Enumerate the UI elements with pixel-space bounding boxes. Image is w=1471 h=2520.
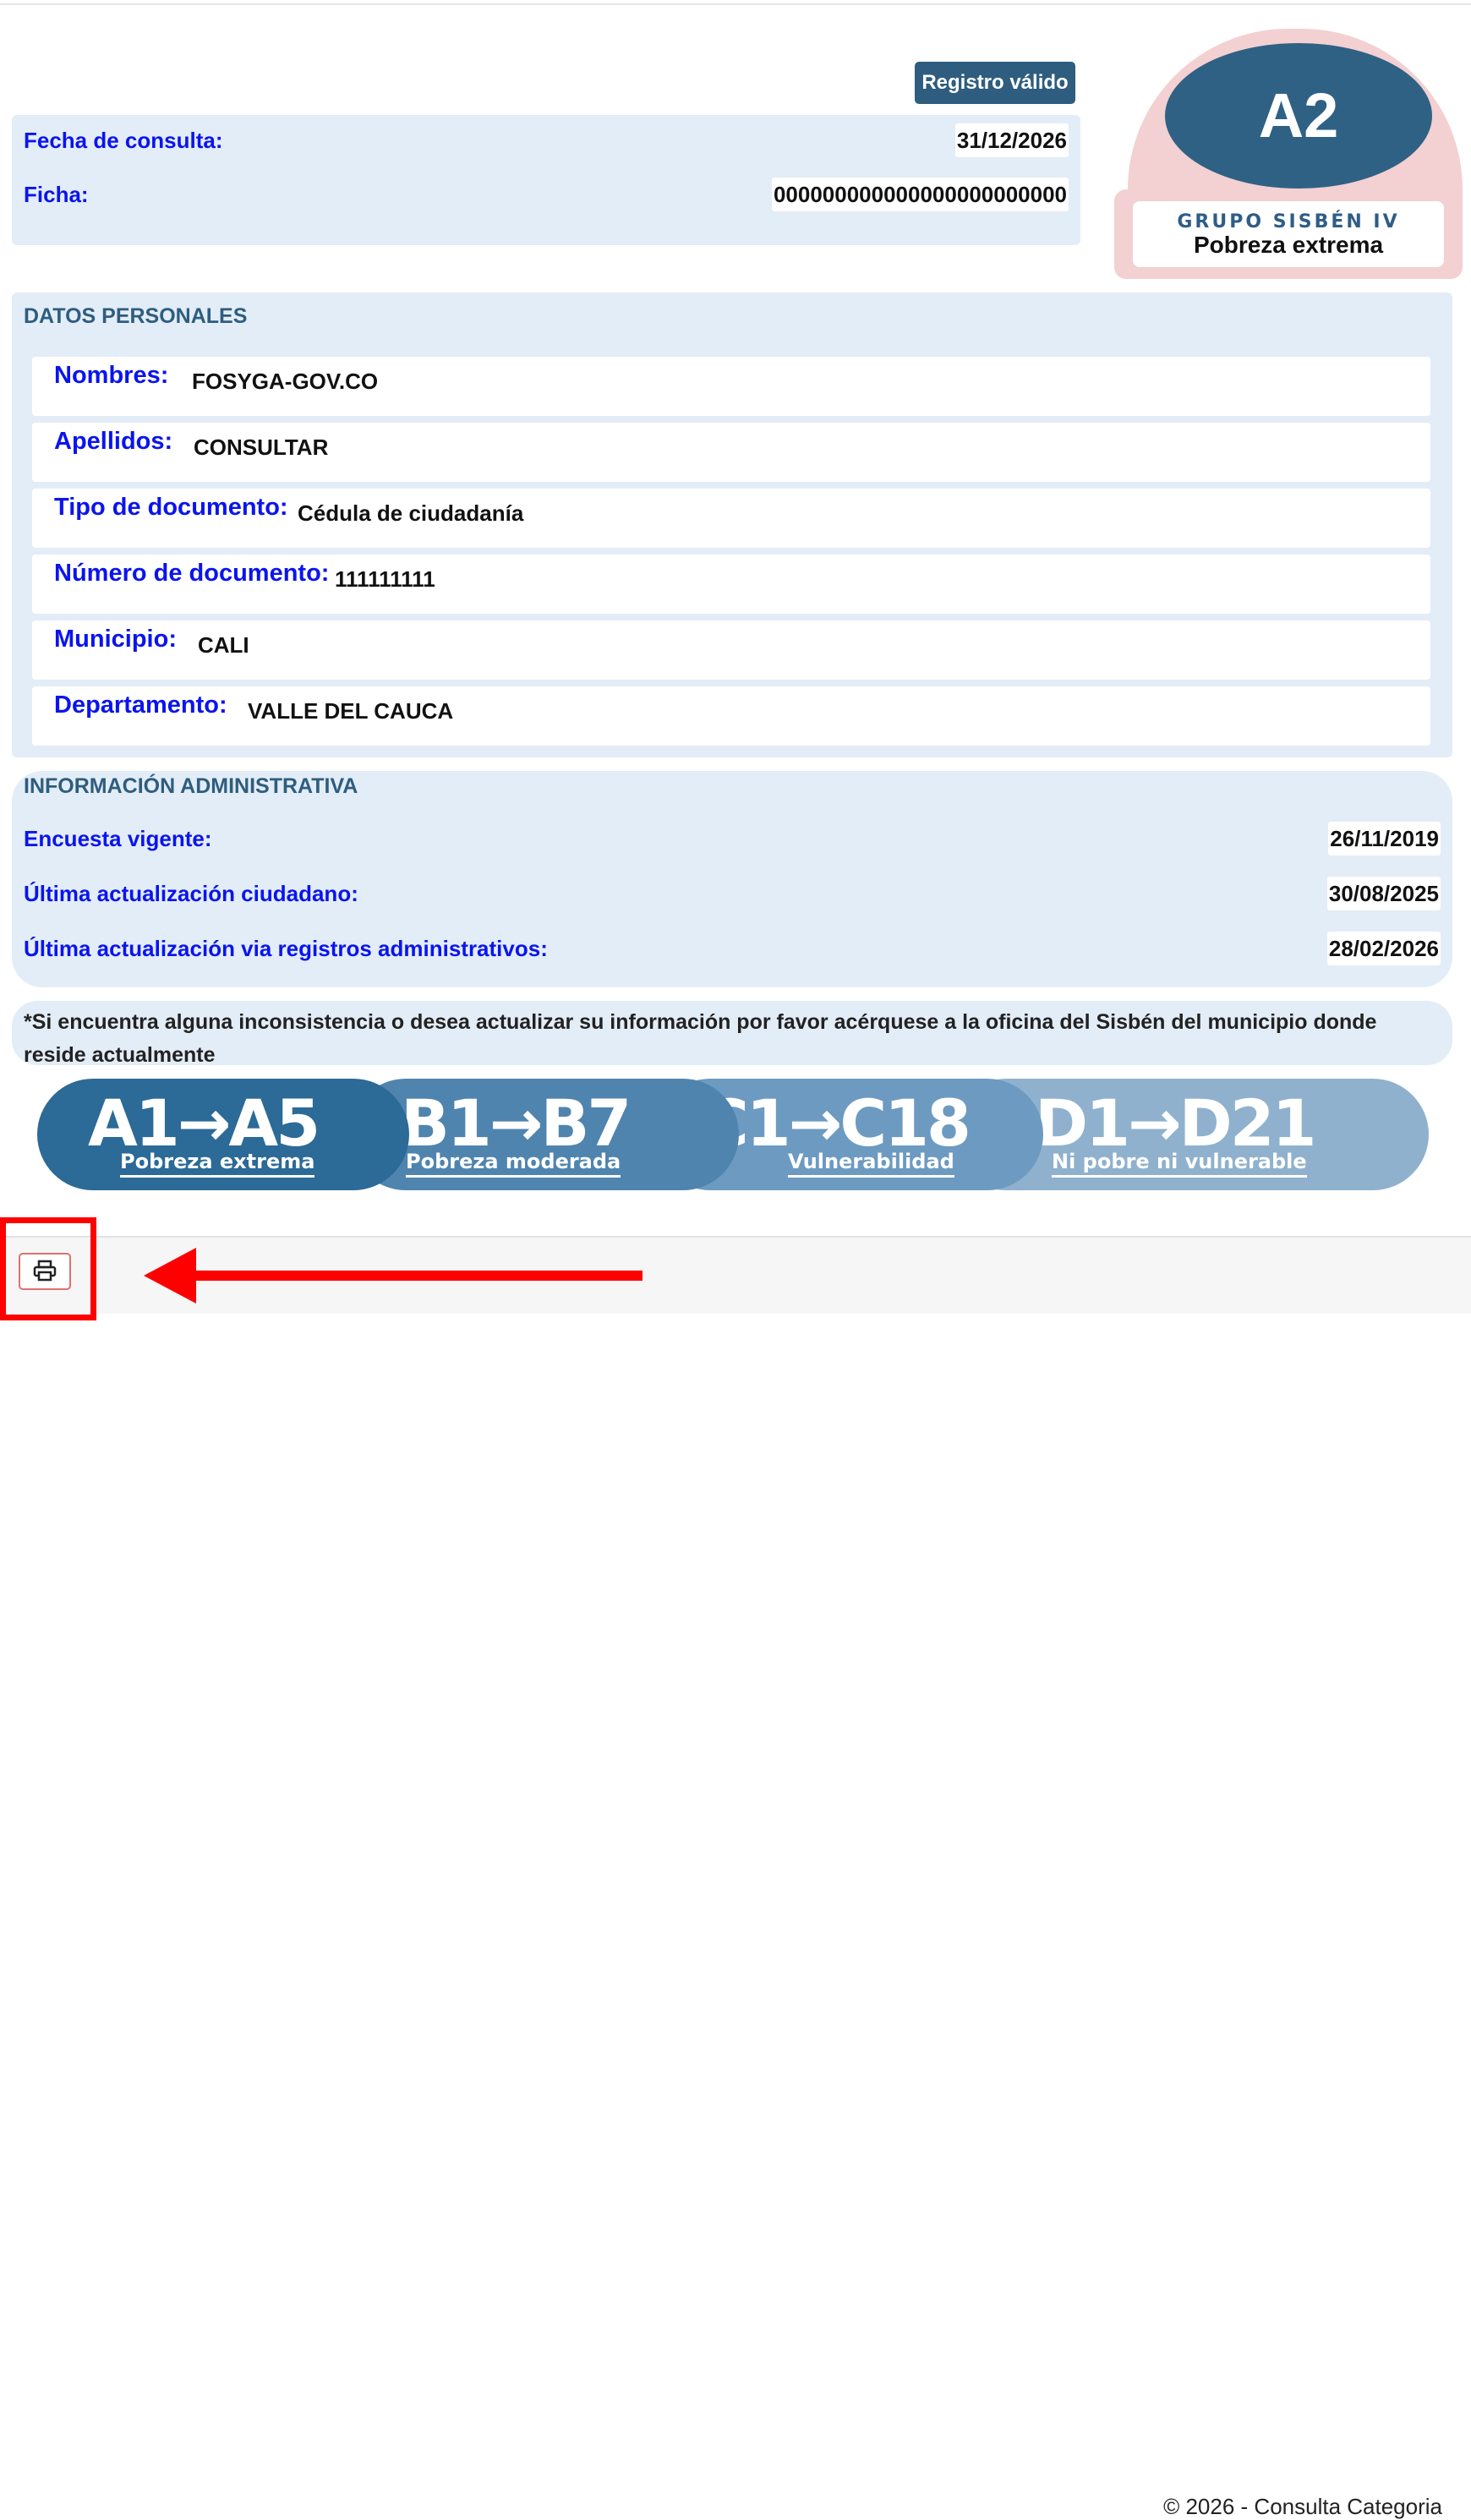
field-value: CONSULTAR xyxy=(194,435,329,460)
top-divider xyxy=(0,3,1471,5)
datos-personales-title: DATOS PERSONALES xyxy=(24,304,248,328)
admin-value: 26/11/2019 xyxy=(1328,822,1441,855)
scale-desc: Pobreza extrema xyxy=(120,1150,315,1178)
field-value: FOSYGA-GOV.CO xyxy=(192,369,379,394)
admin-value: 30/08/2025 xyxy=(1326,877,1441,910)
admin-row: Última actualización ciudadano: 30/08/20… xyxy=(24,877,1441,910)
field-label: Departamento: xyxy=(54,691,227,719)
scale-segment-a: A1→A5 Pobreza extrema xyxy=(37,1079,409,1190)
group-label: GRUPO SISBÉN IV xyxy=(1177,211,1400,232)
group-code: A2 xyxy=(1165,43,1432,189)
field-nombres: Nombres: FOSYGA-GOV.CO xyxy=(32,357,1430,416)
copyright-text: © 2026 - Consulta Categoria xyxy=(1163,2494,1442,2519)
field-departamento: Departamento: VALLE DEL CAUCA xyxy=(32,686,1430,746)
field-apellidos: Apellidos: CONSULTAR xyxy=(32,423,1430,482)
field-tipo-documento: Tipo de documento: Cédula de ciudadanía xyxy=(32,489,1430,548)
print-button[interactable] xyxy=(19,1253,71,1290)
field-value: Cédula de ciudadanía xyxy=(298,500,524,526)
field-label: Número de documento: xyxy=(54,560,330,587)
field-municipio: Municipio: CALI xyxy=(32,620,1430,680)
admin-label: Última actualización via registros admin… xyxy=(24,936,548,961)
group-card: GRUPO SISBÉN IV Pobreza extrema xyxy=(1133,201,1444,267)
note-text: *Si encuentra alguna inconsistencia o de… xyxy=(24,1010,1377,1067)
printer-icon xyxy=(33,1260,57,1281)
consulta-panel: Fecha de consulta: 31/12/2026 Ficha: 000… xyxy=(12,115,1080,245)
field-label: Nombres: xyxy=(54,362,169,389)
field-numero-documento: Número de documento: 111111111 xyxy=(32,555,1430,614)
datos-personales-panel: DATOS PERSONALES Nombres: FOSYGA-GOV.CO … xyxy=(12,292,1452,757)
ficha-row: Ficha: 000000000000000000000000 xyxy=(24,178,1069,211)
fecha-row: Fecha de consulta: 31/12/2026 xyxy=(24,123,1069,157)
category-scale: A1→A5 Pobreza extrema B1→B7 Pobreza mode… xyxy=(37,1079,1429,1190)
admin-row: Última actualización via registros admin… xyxy=(24,932,1441,965)
field-label: Municipio: xyxy=(54,626,177,653)
field-value: CALI xyxy=(198,632,249,658)
field-value: VALLE DEL CAUCA xyxy=(248,698,454,724)
admin-label: Encuesta vigente: xyxy=(24,826,212,851)
info-admin-title: INFORMACIÓN ADMINISTRATIVA xyxy=(24,774,358,798)
field-label: Tipo de documento: xyxy=(54,494,288,521)
admin-row: Encuesta vigente: 26/11/2019 xyxy=(24,822,1441,855)
info-admin-panel: INFORMACIÓN ADMINISTRATIVA Encuesta vige… xyxy=(12,771,1452,987)
fecha-value: 31/12/2026 xyxy=(954,123,1069,157)
status-badge: Registro válido xyxy=(915,62,1075,104)
inconsistency-note: *Si encuentra alguna inconsistencia o de… xyxy=(12,1001,1452,1067)
admin-label: Última actualización ciudadano: xyxy=(24,881,358,906)
group-badge: A2 GRUPO SISBÉN IV Pobreza extrema xyxy=(1114,29,1463,279)
scale-desc: Ni pobre ni vulnerable xyxy=(1052,1150,1307,1178)
ficha-value: 000000000000000000000000 xyxy=(771,178,1069,211)
scale-desc: Vulnerabilidad xyxy=(788,1150,954,1178)
fecha-label: Fecha de consulta: xyxy=(24,128,223,153)
group-name: Pobreza extrema xyxy=(1193,232,1384,258)
pointer-arrow-icon xyxy=(144,1248,643,1304)
field-label: Apellidos: xyxy=(54,428,173,455)
field-value: 111111111 xyxy=(335,566,435,592)
scale-desc: Pobreza moderada xyxy=(406,1150,621,1178)
ficha-label: Ficha: xyxy=(24,182,89,207)
admin-value: 28/02/2026 xyxy=(1326,932,1441,965)
